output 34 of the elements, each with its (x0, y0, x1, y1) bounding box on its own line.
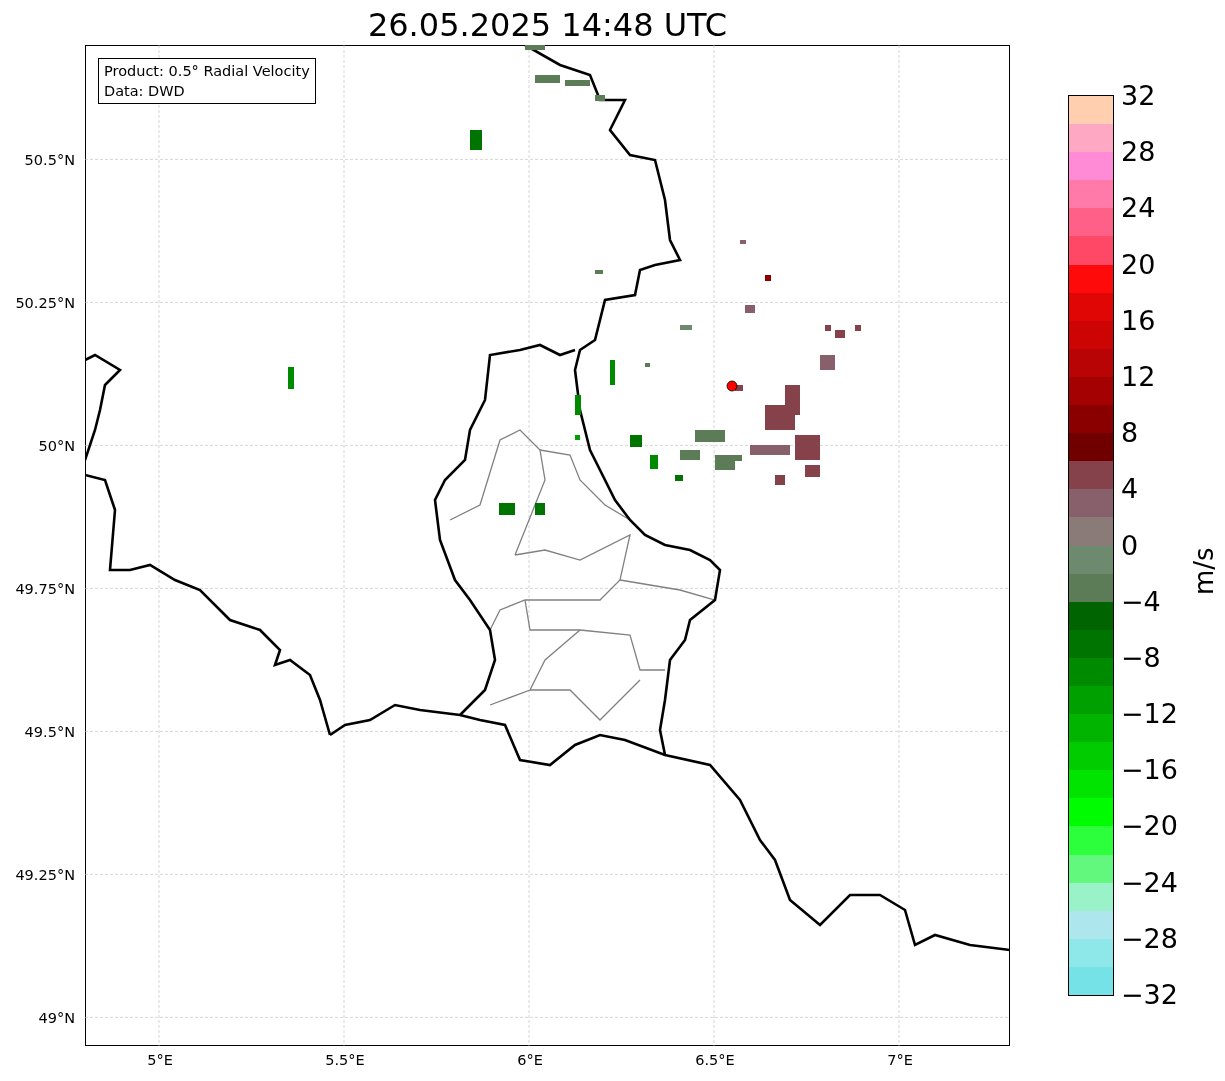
colorbar-label: m/s (1189, 545, 1219, 597)
longitude-tick-label: 5.5°E (325, 1052, 365, 1068)
colorbar-tick-label: 24 (1121, 193, 1156, 224)
longitude-tick-label: 7°E (887, 1052, 913, 1068)
latitude-tick-label: 49.5°N (24, 724, 75, 741)
longitude-tick-label: 5°E (147, 1052, 173, 1068)
colorbar-tick-label: 16 (1121, 305, 1156, 336)
colorbar-tick-label: 28 (1121, 137, 1156, 168)
colorbar-tick-label: 0 (1121, 530, 1139, 561)
info-text: Product: 0.5° Radial Velocity (104, 62, 310, 81)
colorbar-tick-label: 8 (1121, 418, 1139, 449)
latitude-tick-label: 49.25°N (15, 867, 75, 884)
colorbar-tick-label: 20 (1121, 249, 1156, 280)
colorbar-tick-label: −4 (1121, 586, 1161, 617)
chart-title: 26.05.2025 14:48 UTC (366, 5, 729, 45)
longitude-tick-label: 6°E (517, 1052, 543, 1068)
colorbar-tick-label: 32 (1121, 81, 1156, 111)
info-text: Data: DWD (104, 82, 186, 101)
longitude-tick-label: 6.5°E (695, 1052, 735, 1068)
colorbar-tick-label: 4 (1121, 474, 1139, 505)
latitude-tick-label: 49°N (38, 1010, 75, 1027)
latitude-tick-label: 49.75°N (15, 581, 75, 598)
latitude-tick-label: 50°N (38, 438, 75, 455)
latitude-tick-label: 50.5°N (24, 152, 75, 169)
colorbar-tick-label: −12 (1121, 699, 1178, 730)
colorbar-tick-label: −32 (1121, 980, 1178, 1010)
colorbar-tick-label: −20 (1121, 811, 1178, 842)
colorbar-tick-label: −16 (1121, 755, 1178, 786)
latitude-tick-label: 50.25°N (15, 295, 75, 312)
colorbar-tick-label: −28 (1121, 923, 1178, 954)
radar-site-marker (726, 380, 738, 392)
colorbar-tick-label: 12 (1121, 361, 1156, 392)
colorbar-tick-label: −8 (1121, 642, 1161, 673)
colorbar-tick-label: −24 (1121, 867, 1178, 898)
